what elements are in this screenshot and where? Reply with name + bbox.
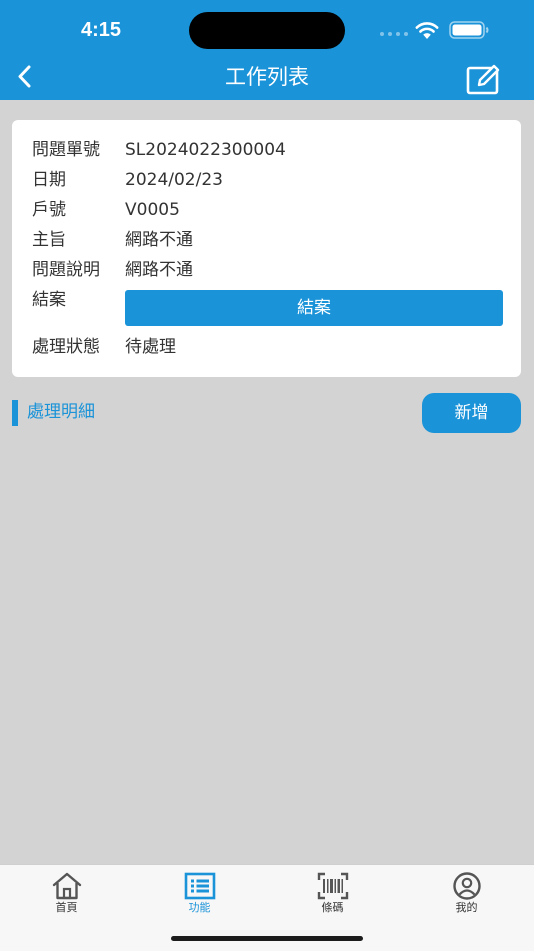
close-case-button[interactable]: 結案	[125, 290, 503, 326]
page-title: 工作列表	[225, 65, 309, 89]
account-value: V0005	[125, 200, 180, 220]
barcode-icon	[317, 872, 348, 900]
section-title: 處理明細	[27, 402, 95, 422]
status-label: 處理狀態	[32, 337, 100, 357]
ticket-detail-card: 問題單號 SL2024022300004 日期 2024/02/23 戶號 V0…	[12, 120, 521, 377]
tab-home-label: 首頁	[55, 901, 78, 914]
tab-barcode-label: 條碼	[321, 901, 344, 914]
wifi-icon	[415, 22, 439, 39]
user-icon	[452, 872, 481, 900]
tab-functions-label: 功能	[188, 901, 211, 914]
tab-profile-label: 我的	[455, 901, 478, 914]
section-accent-bar	[12, 400, 18, 426]
subject-label: 主旨	[32, 230, 66, 250]
list-icon	[184, 872, 215, 900]
account-label: 戶號	[32, 200, 66, 220]
edit-button[interactable]	[466, 63, 502, 95]
tab-home[interactable]: 首頁	[0, 865, 133, 925]
cellular-signal-icon	[380, 32, 408, 38]
description-label: 問題說明	[32, 260, 100, 280]
date-value: 2024/02/23	[125, 170, 223, 190]
status-time: 4:15	[80, 19, 122, 41]
status-value: 待處理	[125, 337, 176, 357]
ticket-no-label: 問題單號	[32, 140, 100, 160]
home-indicator	[171, 936, 363, 941]
subject-value: 網路不通	[125, 230, 193, 250]
description-value: 網路不通	[125, 260, 193, 280]
close-case-label: 結案	[32, 290, 66, 310]
tab-profile[interactable]: 我的	[400, 865, 533, 925]
header: 4:15 工作列表	[0, 0, 534, 100]
dynamic-island	[189, 12, 345, 49]
battery-icon	[449, 21, 489, 39]
edit-icon	[466, 64, 500, 95]
add-button[interactable]: 新增	[422, 393, 521, 433]
date-label: 日期	[32, 170, 66, 190]
tab-barcode[interactable]: 條碼	[266, 865, 399, 925]
home-icon	[52, 872, 81, 900]
tab-functions[interactable]: 功能	[133, 865, 266, 925]
ticket-no-value: SL2024022300004	[125, 140, 286, 160]
